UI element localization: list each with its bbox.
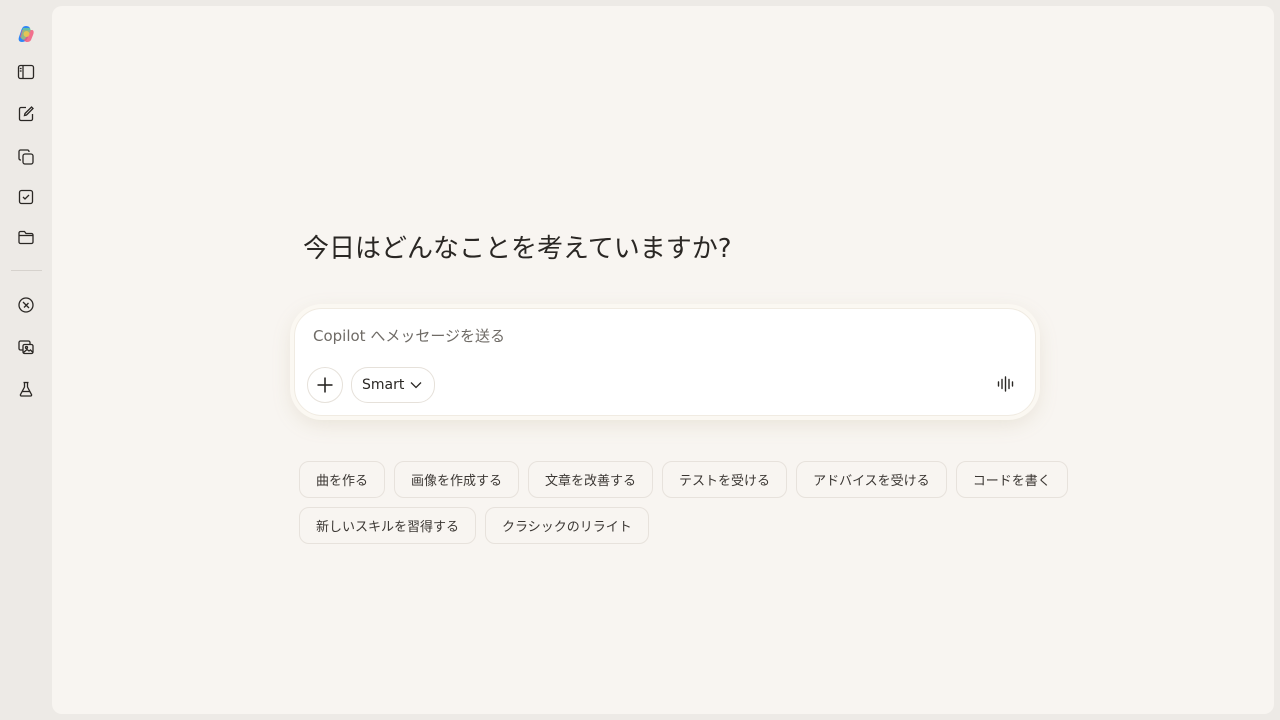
suggestion-chip[interactable]: 文章を改善する [528, 461, 654, 498]
sidebar-toggle-icon[interactable] [14, 60, 38, 84]
sidebar-divider [11, 270, 42, 271]
message-input[interactable] [313, 323, 973, 349]
page-heading: 今日はどんなことを考えていますか? [303, 234, 732, 264]
chevron-down-icon [410, 382, 422, 389]
mode-label: Smart [362, 377, 405, 393]
new-chat-icon[interactable] [14, 102, 38, 126]
suggestion-chip[interactable]: 新しいスキルを習得する [299, 507, 477, 544]
suggestion-chip[interactable]: クラシックのリライト [485, 507, 649, 544]
suggestion-chips: 曲を作る 画像を作成する 文章を改善する テストを受ける アドバイスを受ける コ… [299, 461, 1068, 553]
image-gallery-icon[interactable] [14, 335, 38, 359]
tasks-icon[interactable] [14, 185, 38, 209]
add-attachment-button[interactable] [307, 367, 343, 403]
labs-flask-icon[interactable] [14, 377, 38, 401]
voice-input-button[interactable] [993, 371, 1019, 397]
discover-icon[interactable] [14, 293, 38, 317]
sidebar [0, 0, 52, 720]
suggestion-chip[interactable]: 画像を作成する [394, 461, 520, 498]
suggestion-row-1: 曲を作る 画像を作成する 文章を改善する テストを受ける アドバイスを受ける コ… [299, 461, 1068, 498]
main-area: 今日はどんなことを考えていますか? Smart [52, 6, 1274, 714]
suggestion-row-2: 新しいスキルを習得する クラシックのリライト [299, 507, 1039, 544]
suggestion-chip[interactable]: アドバイスを受ける [796, 461, 947, 498]
suggestion-chip[interactable]: コードを書く [955, 461, 1068, 498]
suggestion-chip[interactable]: 曲を作る [299, 461, 386, 498]
pages-icon[interactable] [14, 145, 38, 169]
composer: Smart [294, 308, 1036, 416]
suggestion-chip[interactable]: テストを受ける [662, 461, 788, 498]
folder-icon[interactable] [14, 225, 38, 249]
copilot-logo-icon[interactable] [14, 22, 38, 46]
mode-selector-button[interactable]: Smart [351, 367, 436, 403]
voice-waveform-icon [997, 376, 1014, 392]
plus-icon [317, 377, 333, 393]
